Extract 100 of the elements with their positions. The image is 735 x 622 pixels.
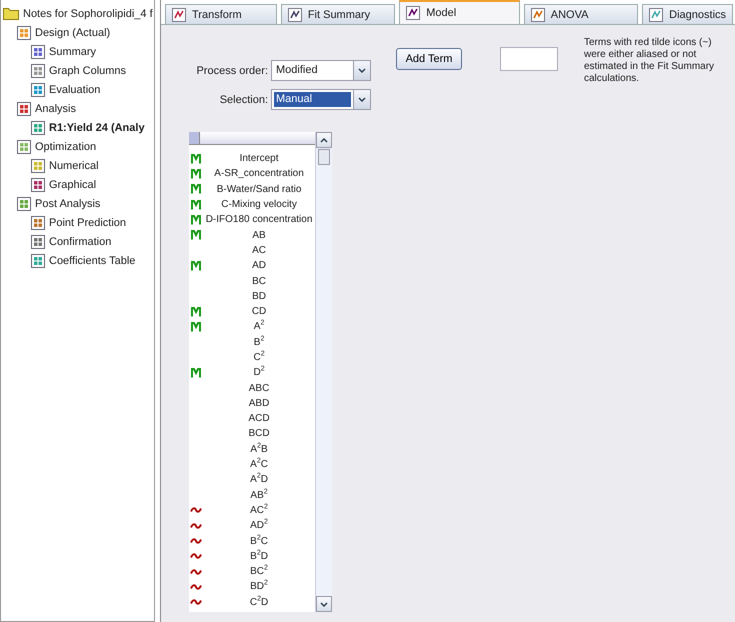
tab-icon bbox=[649, 8, 664, 22]
term-cell[interactable]: AB bbox=[203, 230, 316, 241]
term-cell[interactable]: A$^{2}$ bbox=[203, 321, 316, 332]
tree-item[interactable]: Point Prediction bbox=[49, 216, 126, 228]
tab[interactable]: Diagnostics bbox=[642, 4, 734, 24]
term-cell[interactable]: AD$^{2}$ bbox=[203, 520, 316, 532]
term-cell[interactable]: B$^{2}$ bbox=[203, 336, 316, 348]
process-order-label: Process order: bbox=[195, 64, 268, 76]
term-cell[interactable]: BC$^{2}$ bbox=[203, 566, 316, 578]
model-term-icon bbox=[191, 306, 201, 317]
model-term-icon bbox=[191, 230, 201, 240]
scroll-down-icon bbox=[358, 68, 366, 73]
tree-item[interactable]: Coefficients Table bbox=[49, 254, 136, 266]
term-cell[interactable]: C-Mixing velocity bbox=[203, 199, 316, 210]
tab-icon bbox=[530, 8, 545, 22]
term-cell[interactable]: BD bbox=[203, 290, 316, 302]
tab[interactable]: Transform bbox=[165, 4, 277, 24]
term-cell[interactable]: AD bbox=[203, 260, 316, 272]
add-term-button[interactable]: Add Term bbox=[396, 48, 462, 70]
table-icon bbox=[17, 140, 31, 154]
table-icon bbox=[17, 26, 31, 40]
model-term-icon bbox=[191, 168, 201, 179]
table-icon bbox=[17, 196, 31, 210]
scroll-down-icon bbox=[320, 602, 328, 606]
term-input[interactable] bbox=[500, 47, 558, 71]
tilde-icon bbox=[190, 522, 202, 529]
tilde-icon bbox=[190, 507, 202, 514]
term-cell[interactable]: A$^{2}$C bbox=[203, 459, 316, 470]
tab[interactable]: Model bbox=[399, 0, 520, 24]
term-cell[interactable]: A$^{2}$B bbox=[203, 444, 316, 455]
term-cell[interactable]: AC$^{2}$ bbox=[203, 504, 316, 516]
tab[interactable]: ANOVA bbox=[524, 4, 638, 24]
tree-item[interactable]: Evaluation bbox=[49, 84, 100, 96]
term-cell[interactable]: ACD bbox=[203, 413, 316, 424]
term-cell[interactable]: CD bbox=[203, 306, 316, 318]
tree-item[interactable]: Design (Actual) bbox=[35, 26, 110, 38]
model-term-icon bbox=[191, 184, 201, 194]
term-cell[interactable]: AB$^{2}$ bbox=[203, 490, 316, 501]
model-term-icon bbox=[191, 322, 201, 332]
term-cell[interactable]: D-IFO180 concentration bbox=[203, 214, 316, 226]
folder-icon bbox=[3, 7, 19, 20]
model-term-icon bbox=[191, 214, 201, 225]
table-icon bbox=[31, 216, 45, 230]
table-icon bbox=[31, 82, 45, 96]
process-order-dropdown[interactable]: Modified bbox=[271, 60, 371, 81]
table-icon bbox=[31, 234, 45, 248]
tilde-icon bbox=[190, 584, 202, 590]
scroll-up-icon bbox=[320, 138, 328, 142]
scroll-down-icon bbox=[358, 97, 366, 102]
term-cell[interactable]: ABC bbox=[203, 382, 316, 394]
term-cell[interactable]: D$^{2}$ bbox=[203, 367, 316, 378]
tree-item[interactable]: Graph Columns bbox=[49, 64, 126, 76]
model-term-icon bbox=[191, 368, 201, 378]
tab-icon bbox=[288, 8, 302, 22]
selection-label: Selection: bbox=[218, 94, 268, 106]
table-icon bbox=[31, 254, 45, 268]
tilde-icon bbox=[190, 538, 202, 544]
model-term-icon bbox=[191, 200, 201, 210]
term-cell[interactable]: A-SR_concentration bbox=[203, 168, 316, 180]
term-cell[interactable]: BC bbox=[203, 276, 316, 287]
tree-item[interactable]: Numerical bbox=[49, 160, 99, 172]
tab-icon bbox=[406, 6, 420, 20]
term-cell[interactable]: AC bbox=[203, 244, 316, 256]
model-term-icon bbox=[191, 260, 201, 271]
term-cell[interactable]: A$^{2}$D bbox=[203, 474, 316, 486]
tree-item[interactable]: Confirmation bbox=[49, 236, 112, 248]
tree-item[interactable]: Post Analysis bbox=[35, 198, 100, 210]
term-cell[interactable]: Intercept bbox=[203, 153, 316, 164]
tilde-icon bbox=[190, 599, 202, 606]
tilde-icon bbox=[190, 568, 202, 575]
term-cell[interactable]: B$^{2}$D bbox=[203, 550, 316, 562]
tab[interactable]: Fit Summary bbox=[280, 4, 396, 24]
table-icon bbox=[31, 44, 45, 58]
scrollbar[interactable] bbox=[315, 132, 332, 612]
term-cell[interactable]: BD$^{2}$ bbox=[203, 581, 316, 592]
tree-item[interactable]: Notes for Sophorolipidi_4 f bbox=[23, 8, 153, 20]
table-icon bbox=[31, 178, 45, 192]
tree-item[interactable]: Summary bbox=[49, 46, 96, 58]
table-icon bbox=[17, 102, 31, 116]
table-icon bbox=[31, 120, 45, 134]
tab-icon bbox=[172, 8, 186, 22]
tilde-icon bbox=[190, 553, 202, 560]
term-cell[interactable]: B$^{2}$C bbox=[203, 536, 316, 547]
tree-item[interactable]: Analysis bbox=[35, 102, 76, 114]
scroll-up-button[interactable] bbox=[316, 132, 332, 148]
scroll-down-button[interactable] bbox=[316, 596, 332, 612]
term-cell[interactable]: C$^{2}$ bbox=[203, 352, 316, 363]
term-cell[interactable]: B-Water/Sand ratio bbox=[203, 184, 316, 195]
scroll-thumb[interactable] bbox=[318, 149, 330, 165]
term-cell[interactable]: C$^{2}$D bbox=[203, 596, 316, 608]
tree-item[interactable]: R1:Yield 24 (Analy bbox=[49, 122, 145, 134]
term-cell[interactable]: BCD bbox=[203, 428, 316, 440]
term-cell[interactable]: ABD bbox=[203, 398, 316, 409]
table-icon bbox=[31, 64, 45, 78]
selection-dropdown[interactable]: Manual bbox=[271, 89, 371, 110]
note-text: Terms with red tilde icons (~) were either aliased or not estimated in the Fit Summary calculations. bbox=[584, 37, 716, 85]
tree-item[interactable]: Graphical bbox=[49, 178, 96, 190]
table-icon bbox=[31, 158, 45, 172]
tree-item[interactable]: Optimization bbox=[35, 140, 96, 152]
model-term-icon bbox=[191, 154, 201, 164]
